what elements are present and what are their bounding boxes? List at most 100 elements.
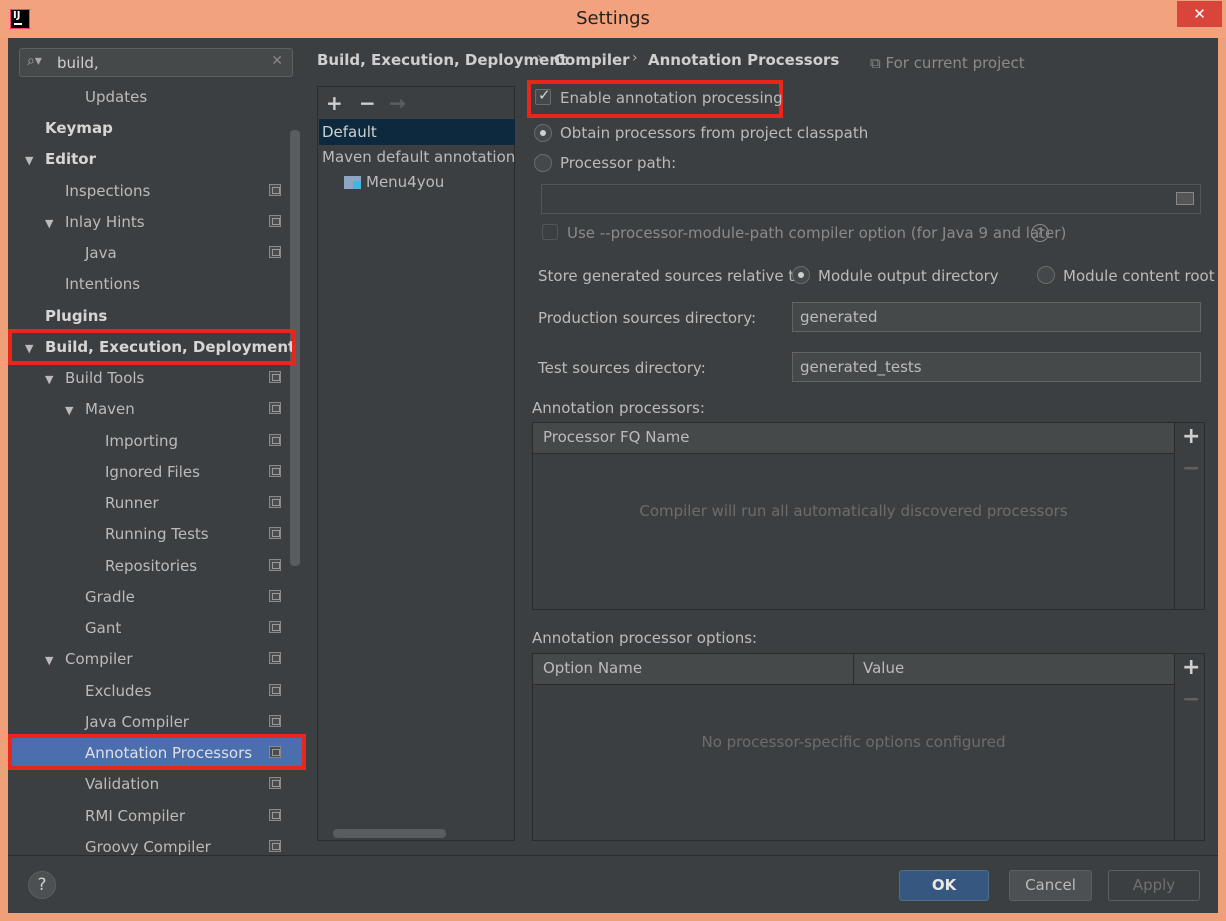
column-header-value[interactable]: Value — [863, 659, 904, 677]
project-scope-icon — [269, 215, 281, 227]
processor-path-field[interactable] — [541, 184, 1201, 214]
enable-annotation-checkbox[interactable]: ✓ — [535, 86, 551, 105]
sidebar-item-build-tools[interactable]: ▼ Build Tools — [45, 364, 144, 392]
processor-path-radio[interactable] — [534, 154, 552, 172]
add-processor-icon[interactable]: + — [1182, 424, 1200, 449]
move-icon: → — [389, 91, 406, 115]
project-scope-icon — [269, 652, 281, 664]
column-header-option-name[interactable]: Option Name — [543, 659, 642, 677]
scope-note: ⧉ For current project — [870, 54, 1025, 72]
sidebar-item-inspections[interactable]: Inspections — [65, 177, 150, 205]
production-dir-field[interactable]: generated — [792, 302, 1201, 332]
clear-search-icon[interactable]: ✕ — [271, 53, 283, 69]
project-scope-icon — [269, 777, 281, 789]
project-scope-icon — [269, 465, 281, 477]
sidebar-item-java[interactable]: Java — [85, 239, 117, 267]
sidebar-item-intentions[interactable]: Intentions — [65, 270, 140, 298]
processor-path-label[interactable]: Processor path: — [560, 154, 676, 172]
module-folder-icon — [344, 176, 361, 189]
title-bar: IJ Settings ✕ — [0, 0, 1226, 38]
sidebar-item-editor[interactable]: ▼ Editor — [25, 145, 96, 173]
sidebar-item-gant[interactable]: Gant — [85, 614, 121, 642]
sidebar-item-ignored-files[interactable]: Ignored Files — [105, 458, 200, 486]
search-input[interactable]: ⌕▾ build, ✕ — [19, 48, 293, 77]
project-scope-icon — [269, 402, 281, 414]
search-icon: ⌕▾ — [27, 53, 42, 69]
module-output-label[interactable]: Module output directory — [818, 267, 999, 285]
sidebar-item-groovy-compiler[interactable]: Groovy Compiler — [85, 833, 211, 861]
table-header: Processor FQ Name — [533, 423, 1174, 454]
obtain-from-classpath-label[interactable]: Obtain processors from project classpath — [560, 124, 868, 142]
project-scope-icon — [269, 527, 281, 539]
sidebar-item-repositories[interactable]: Repositories — [105, 552, 197, 580]
sidebar-item-keymap[interactable]: Keymap — [45, 114, 113, 142]
sidebar-item-running-tests[interactable]: Running Tests — [105, 520, 209, 548]
module-content-radio[interactable] — [1037, 266, 1055, 284]
profiles-scrollbar[interactable] — [333, 829, 446, 838]
breadcrumb-item[interactable]: Compiler — [554, 51, 630, 69]
project-scope-icon — [269, 371, 281, 383]
sidebar-item-inlay-hints[interactable]: ▼ Inlay Hints — [45, 208, 145, 236]
sidebar-item-updates[interactable]: Updates — [85, 83, 147, 111]
sidebar-item-compiler[interactable]: ▼ Compiler — [45, 645, 133, 673]
test-dir-field[interactable]: generated_tests — [792, 352, 1201, 382]
module-content-label[interactable]: Module content root — [1063, 267, 1215, 285]
processors-table: Processor FQ Name Compiler will run all … — [532, 422, 1205, 610]
expand-arrow-icon[interactable]: ▼ — [45, 210, 59, 238]
sidebar-item-maven[interactable]: ▼ Maven — [65, 395, 135, 423]
sidebar-item-validation[interactable]: Validation — [85, 770, 159, 798]
sidebar-item-importing[interactable]: Importing — [105, 427, 178, 455]
project-scope-icon — [269, 840, 281, 852]
breadcrumb-item[interactable]: Build, Execution, Deployment — [317, 51, 567, 69]
cancel-button[interactable]: Cancel — [1009, 870, 1092, 901]
add-icon[interactable]: + — [326, 91, 343, 115]
processors-toolbar: + − — [1174, 423, 1204, 609]
project-scope-icon — [269, 496, 281, 508]
store-generated-label: Store generated sources relative to: — [538, 267, 809, 285]
breadcrumb-separator-icon: › — [632, 50, 638, 66]
project-scope-icon — [269, 184, 281, 196]
sidebar-item-rmi-compiler[interactable]: RMI Compiler — [85, 802, 185, 830]
profile-item-maven-default[interactable]: Maven default annotation p — [322, 144, 516, 170]
module-path-checkbox[interactable] — [542, 224, 558, 240]
profile-item-default[interactable]: Default — [322, 119, 377, 145]
breadcrumb-item: Annotation Processors — [648, 51, 840, 69]
production-dir-label: Production sources directory: — [538, 309, 757, 327]
help-button[interactable]: ? — [28, 871, 56, 899]
sidebar-item-runner[interactable]: Runner — [105, 489, 159, 517]
close-icon[interactable]: ✕ — [1177, 1, 1222, 27]
browse-folder-icon[interactable] — [1176, 192, 1194, 205]
test-dir-label: Test sources directory: — [538, 359, 706, 377]
help-icon[interactable]: ? — [1031, 224, 1049, 242]
project-scope-icon — [269, 590, 281, 602]
table-header: Option Name Value — [533, 654, 1174, 685]
processor-options-title: Annotation processor options: — [532, 629, 758, 647]
settings-dialog: ⌕▾ build, ✕ Updates Keymap ▼ Editor Inspe… — [8, 38, 1218, 913]
ok-button[interactable]: OK — [899, 870, 989, 901]
remove-icon[interactable]: − — [359, 91, 376, 115]
sidebar-item-gradle[interactable]: Gradle — [85, 583, 135, 611]
expand-arrow-icon[interactable]: ▼ — [65, 397, 79, 425]
column-header-processor[interactable]: Processor FQ Name — [543, 428, 689, 446]
obtain-from-classpath-radio[interactable] — [534, 124, 552, 142]
highlight-annotation-processors — [8, 734, 306, 770]
sidebar-item-java-compiler[interactable]: Java Compiler — [85, 708, 189, 736]
options-table: Option Name Value No processor-specific … — [532, 653, 1205, 841]
apply-button[interactable]: Apply — [1108, 870, 1200, 901]
sidebar-item-plugins[interactable]: Plugins — [45, 302, 107, 330]
enable-annotation-label[interactable]: Enable annotation processing — [560, 89, 783, 107]
expand-arrow-icon[interactable]: ▼ — [25, 147, 39, 175]
profiles-panel: + − → Default Maven default annotation p… — [317, 86, 516, 841]
processors-empty-text: Compiler will run all automatically disc… — [639, 502, 1068, 520]
options-toolbar: + − — [1174, 654, 1204, 840]
add-option-icon[interactable]: + — [1182, 655, 1200, 680]
module-output-radio[interactable] — [792, 266, 810, 284]
expand-arrow-icon[interactable]: ▼ — [45, 647, 59, 675]
sidebar-item-excludes[interactable]: Excludes — [85, 677, 152, 705]
profile-item-menu4you[interactable]: Menu4you — [344, 169, 444, 195]
search-value: build, — [57, 54, 99, 72]
annotation-processors-title: Annotation processors: — [532, 399, 705, 417]
module-path-label[interactable]: Use --processor-module-path compiler opt… — [567, 224, 1066, 242]
project-scope-icon — [269, 559, 281, 571]
expand-arrow-icon[interactable]: ▼ — [45, 366, 59, 394]
